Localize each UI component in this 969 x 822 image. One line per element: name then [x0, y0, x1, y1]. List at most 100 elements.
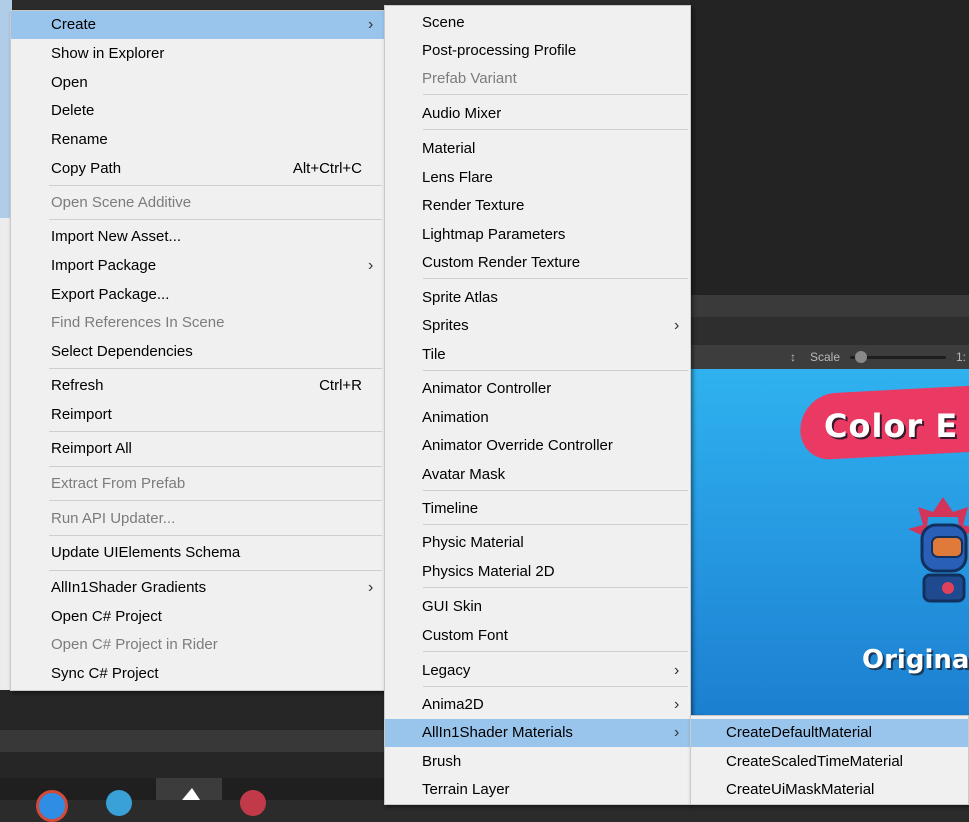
create-menu-item-physics-material-2d[interactable]: Physics Material 2D — [385, 558, 690, 586]
context-menu-item-extract-from-prefab: Extract From Prefab — [11, 470, 384, 498]
create-menu-item-label: Timeline — [422, 500, 479, 517]
create-menu-item-custom-font[interactable]: Custom Font — [385, 622, 690, 650]
menu-separator — [49, 368, 382, 369]
app-icon[interactable] — [106, 790, 132, 816]
create-menu-item-timeline[interactable]: Timeline — [385, 495, 690, 523]
context-menu-item-sync-c-project[interactable]: Sync C# Project — [11, 660, 384, 688]
context-menu-item-rename[interactable]: Rename — [11, 126, 384, 154]
create-menu-item-label: Animator Controller — [422, 380, 552, 397]
game-view: Color E Original — [690, 369, 969, 715]
create-submenu: Scene Post-processing Profile Prefab Varia… — [384, 5, 691, 805]
chrome-icon[interactable] — [36, 790, 68, 822]
create-menu-item-label: AllIn1Shader Materials — [422, 724, 573, 741]
create-menu-item-legacy[interactable]: Legacy › — [385, 657, 690, 685]
create-menu-item-animation[interactable]: Animation — [385, 404, 690, 432]
allin1shader-materials-submenu: CreateDefaultMaterial CreateScaledTimeMat… — [690, 715, 969, 805]
create-menu-item-prefab-variant: Prefab Variant — [385, 65, 690, 93]
create-menu-item-lightmap-parameters[interactable]: Lightmap Parameters — [385, 221, 690, 249]
context-menu-item-allin1shader-gradients[interactable]: AllIn1Shader Gradients › — [11, 574, 384, 602]
shader-menu-item-createdefaultmaterial[interactable]: CreateDefaultMaterial — [691, 719, 968, 747]
unity-taskbar-button[interactable] — [156, 778, 222, 800]
context-menu-item-label: Open C# Project in Rider — [51, 636, 218, 653]
shader-menu-item-label: CreateScaledTimeMaterial — [726, 753, 904, 770]
context-menu-item-export-package[interactable]: Export Package... — [11, 281, 384, 309]
menu-separator — [423, 370, 688, 371]
create-menu-item-anima2d[interactable]: Anima2D › — [385, 691, 690, 719]
create-menu-item-lens-flare[interactable]: Lens Flare — [385, 164, 690, 192]
context-menu-item-copy-path[interactable]: Copy Path Alt+Ctrl+C — [11, 155, 384, 183]
create-menu-item-sprites[interactable]: Sprites › — [385, 312, 690, 340]
create-menu-item-label: Lightmap Parameters — [422, 226, 566, 243]
create-menu-item-label: Avatar Mask — [422, 466, 506, 483]
create-menu-item-label: Animation — [422, 409, 489, 426]
create-menu-item-physic-material[interactable]: Physic Material — [385, 529, 690, 557]
shader-menu-item-label: CreateDefaultMaterial — [726, 724, 872, 741]
create-menu-item-gui-skin[interactable]: GUI Skin — [385, 593, 690, 621]
context-menu-item-label: Select Dependencies — [51, 343, 193, 360]
editor-bottom-band — [0, 730, 385, 752]
context-menu-item-label: Open C# Project — [51, 608, 162, 625]
context-menu-item-select-dependencies[interactable]: Select Dependencies — [11, 338, 384, 366]
create-menu-item-label: Material — [422, 140, 476, 157]
create-menu-item-label: Custom Font — [422, 627, 508, 644]
game-app-icon[interactable] — [240, 790, 266, 816]
game-title: Color E — [824, 407, 959, 445]
context-menu-item-import-new-asset[interactable]: Import New Asset... — [11, 223, 384, 251]
context-menu-item-delete[interactable]: Delete — [11, 97, 384, 125]
menu-separator — [423, 278, 688, 279]
create-menu-item-render-texture[interactable]: Render Texture — [385, 192, 690, 220]
menu-separator — [423, 686, 688, 687]
create-menu-item-animator-override-controller[interactable]: Animator Override Controller — [385, 432, 690, 460]
create-menu-item-label: GUI Skin — [422, 598, 483, 615]
create-menu-item-post-processing-profile[interactable]: Post-processing Profile — [385, 37, 690, 65]
create-menu-item-allin1shader-materials[interactable]: AllIn1Shader Materials › — [385, 719, 690, 747]
context-menu-item-show-in-explorer[interactable]: Show in Explorer — [11, 40, 384, 68]
context-menu-item-open-c-project-in-rider: Open C# Project in Rider — [11, 631, 384, 659]
create-menu-item-brush[interactable]: Brush — [385, 748, 690, 776]
scale-slider-handle[interactable] — [855, 351, 867, 363]
menu-separator — [423, 94, 688, 95]
context-menu-item-label: Import New Asset... — [51, 228, 182, 245]
editor-divider — [690, 295, 969, 317]
context-menu-item-open-c-project[interactable]: Open C# Project — [11, 603, 384, 631]
context-menu-item-label: Update UIElements Schema — [51, 544, 241, 561]
create-menu-item-label: Post-processing Profile — [422, 42, 577, 59]
menu-separator — [49, 466, 382, 467]
context-menu-item-label: Find References In Scene — [51, 314, 225, 331]
menu-separator — [423, 587, 688, 588]
context-menu-item-label: Open — [51, 74, 88, 91]
create-menu-item-scene[interactable]: Scene — [385, 9, 690, 37]
context-menu-item-open[interactable]: Open — [11, 69, 384, 97]
shader-menu-item-createscaledtimematerial[interactable]: CreateScaledTimeMaterial — [691, 748, 968, 776]
context-menu-item-label: Reimport All — [51, 440, 132, 457]
create-menu-item-sprite-atlas[interactable]: Sprite Atlas — [385, 284, 690, 312]
create-menu-item-material[interactable]: Material — [385, 135, 690, 163]
game-toolbar: ↕ Scale 1: — [690, 345, 969, 369]
create-menu-item-animator-controller[interactable]: Animator Controller — [385, 375, 690, 403]
menu-separator — [49, 431, 382, 432]
context-menu-item-label: Show in Explorer — [51, 45, 165, 62]
chevron-right-icon: › — [368, 16, 374, 33]
create-menu-item-tile[interactable]: Tile — [385, 341, 690, 369]
create-menu-item-label: Lens Flare — [422, 169, 493, 186]
create-menu-item-label: Legacy — [422, 662, 471, 679]
create-menu-item-audio-mixer[interactable]: Audio Mixer — [385, 100, 690, 128]
context-menu-item-shortcut: Ctrl+R — [319, 377, 362, 394]
context-menu-item-label: Rename — [51, 131, 108, 148]
chevron-right-icon: › — [674, 724, 680, 741]
context-menu-item-import-package[interactable]: Import Package › — [11, 252, 384, 280]
chevron-right-icon: › — [674, 317, 680, 334]
context-menu-item-reimport-all[interactable]: Reimport All — [11, 435, 384, 463]
context-menu-item-create[interactable]: Create › — [11, 11, 384, 39]
context-menu-item-refresh[interactable]: Refresh Ctrl+R — [11, 372, 384, 400]
menu-separator — [423, 490, 688, 491]
context-menu-item-label: Copy Path — [51, 160, 122, 177]
chevron-right-icon: › — [368, 257, 374, 274]
robot-character-icon — [908, 497, 969, 603]
create-menu-item-avatar-mask[interactable]: Avatar Mask — [385, 461, 690, 489]
context-menu-item-update-uielements-schema[interactable]: Update UIElements Schema — [11, 539, 384, 567]
game-tab-bar — [690, 317, 969, 345]
scale-arrows-icon: ↕ — [790, 350, 796, 364]
create-menu-item-custom-render-texture[interactable]: Custom Render Texture — [385, 249, 690, 277]
context-menu-item-reimport[interactable]: Reimport — [11, 401, 384, 429]
